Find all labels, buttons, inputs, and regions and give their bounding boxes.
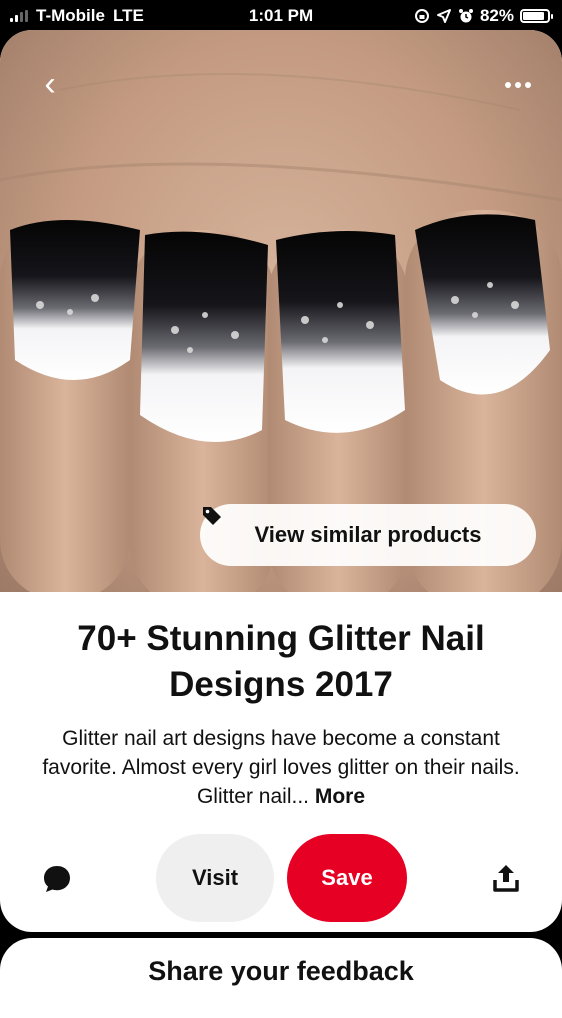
alarm-icon [458, 9, 473, 23]
tag-icon [203, 507, 221, 525]
save-label: Save [321, 865, 373, 890]
more-dots-icon[interactable] [498, 70, 538, 100]
pin-image[interactable]: ‹ View similar products [0, 30, 562, 592]
share-feedback-label: Share your feedback [148, 956, 414, 986]
more-link[interactable]: More [315, 785, 365, 808]
battery-percent: 82% [479, 6, 514, 25]
feedback-sheet[interactable]: Share your feedback [0, 938, 562, 1018]
share-upload-icon[interactable] [490, 862, 522, 894]
pin-title: 70+ Stunning Glitter Nail Designs 2017 [77, 619, 485, 704]
pin-card: ‹ View similar products 70+ Stunning Gli… [0, 30, 562, 932]
comment-icon[interactable] [40, 862, 74, 896]
status-right: 82% [414, 6, 553, 26]
save-button[interactable]: Save [287, 834, 407, 922]
pin-description: Glitter nail art designs have become a c… [36, 724, 526, 811]
visit-label: Visit [191, 865, 239, 890]
view-similar-label: View similar products [254, 522, 482, 547]
status-bar: T-Mobile LTE 1:01 PM 82% [0, 0, 562, 32]
visit-button[interactable]: Visit [156, 834, 274, 922]
back-chevron-icon[interactable]: ‹ [30, 64, 70, 104]
location-arrow-icon [436, 9, 451, 23]
description-text: Glitter nail art designs have become a c… [42, 727, 520, 808]
battery-icon [520, 9, 553, 23]
view-similar-products-button[interactable]: View similar products [200, 504, 536, 566]
lock-rotation-icon [414, 9, 429, 23]
